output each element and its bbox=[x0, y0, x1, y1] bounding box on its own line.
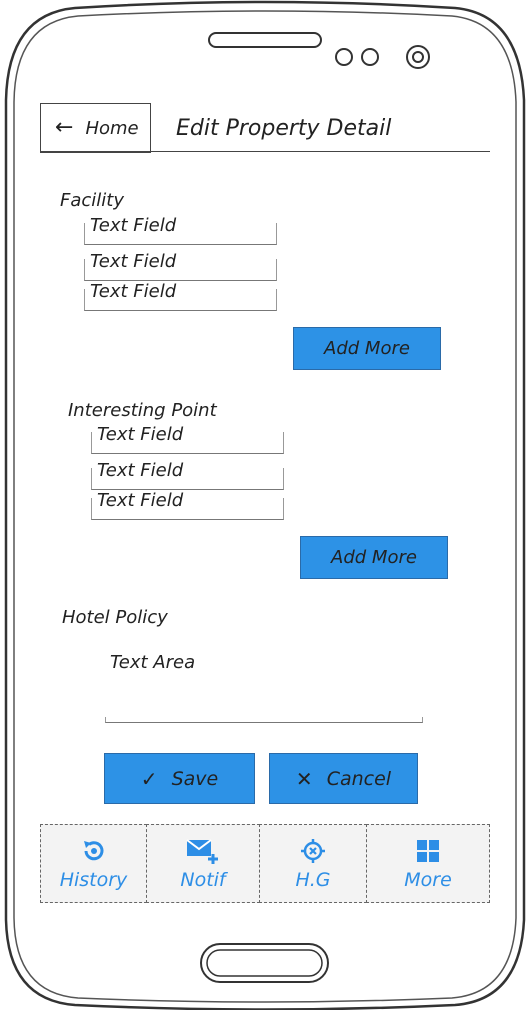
bottom-tab-bar: History Notif H.G More bbox=[40, 824, 490, 903]
interesting-point-field-1-text: Text Field bbox=[97, 424, 184, 445]
tab-notif-label: Notif bbox=[180, 868, 226, 891]
save-button-label: Save bbox=[171, 767, 219, 790]
header-divider bbox=[40, 151, 490, 152]
hotel-policy-textarea-text: Text Area bbox=[110, 652, 196, 673]
hotel-policy-label: Hotel Policy bbox=[62, 607, 168, 628]
interesting-point-field-3[interactable]: Text Field bbox=[91, 492, 284, 520]
tab-more[interactable]: More bbox=[366, 824, 490, 903]
page-title: Edit Property Detail bbox=[176, 116, 392, 141]
grid-icon bbox=[417, 839, 439, 862]
facility-label: Facility bbox=[60, 190, 124, 211]
tab-more-label: More bbox=[404, 868, 452, 891]
tab-history-label: History bbox=[59, 868, 128, 891]
tab-hg[interactable]: H.G bbox=[259, 824, 367, 903]
interesting-point-field-2[interactable]: Text Field bbox=[91, 462, 284, 490]
speaker-slot bbox=[208, 32, 322, 48]
close-icon: ✕ bbox=[295, 766, 313, 791]
check-icon: ✓ bbox=[140, 766, 158, 791]
back-home-button[interactable]: ← Home bbox=[40, 103, 151, 153]
interesting-point-field-2-text: Text Field bbox=[97, 460, 184, 481]
facility-field-1[interactable]: Text Field bbox=[84, 217, 277, 245]
tab-hg-label: H.G bbox=[295, 868, 331, 891]
camera-left bbox=[335, 48, 353, 66]
interesting-point-field-1[interactable]: Text Field bbox=[91, 426, 284, 454]
facility-field-2-text: Text Field bbox=[90, 251, 177, 272]
arrow-left-icon: ← bbox=[55, 115, 74, 140]
interesting-point-add-more-button[interactable]: Add More bbox=[300, 536, 448, 579]
interesting-point-label: Interesting Point bbox=[68, 400, 217, 421]
facility-field-3-text: Text Field bbox=[90, 281, 177, 302]
hotel-policy-textarea[interactable] bbox=[105, 717, 423, 723]
facility-field-3[interactable]: Text Field bbox=[84, 283, 277, 311]
cancel-button-label: Cancel bbox=[326, 767, 392, 790]
cancel-button[interactable]: ✕ Cancel bbox=[269, 753, 418, 804]
interesting-point-field-3-text: Text Field bbox=[97, 490, 184, 511]
save-button[interactable]: ✓ Save bbox=[104, 753, 255, 804]
facility-add-more-button[interactable]: Add More bbox=[293, 327, 441, 370]
facility-field-2[interactable]: Text Field bbox=[84, 253, 277, 281]
tab-history[interactable]: History bbox=[40, 824, 147, 903]
history-icon bbox=[83, 840, 103, 860]
camera-right bbox=[361, 48, 379, 66]
crosshair-icon bbox=[301, 838, 325, 863]
mail-add-icon bbox=[186, 838, 218, 864]
facility-field-1-text: Text Field bbox=[90, 215, 177, 236]
back-home-label: Home bbox=[85, 117, 139, 139]
tab-notif[interactable]: Notif bbox=[146, 824, 260, 903]
